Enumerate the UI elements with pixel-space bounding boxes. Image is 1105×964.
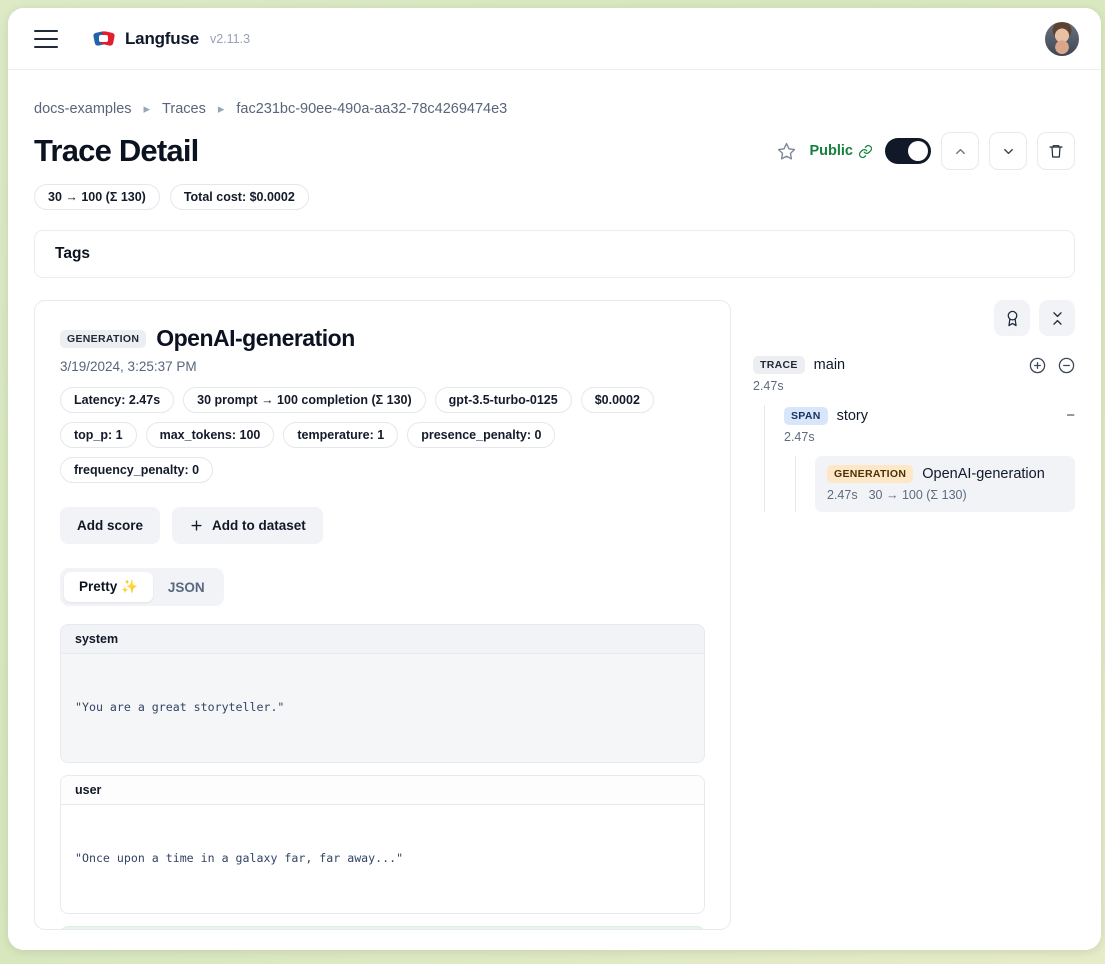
avatar[interactable] bbox=[1045, 22, 1079, 56]
span-node-line: SPAN story − bbox=[784, 407, 1075, 425]
observation-type-badge: GENERATION bbox=[60, 330, 146, 348]
title-actions: Public bbox=[773, 132, 1075, 170]
award-icon[interactable] bbox=[994, 300, 1030, 336]
minus-circle-icon[interactable] bbox=[1058, 357, 1075, 374]
message-role: system bbox=[61, 625, 704, 654]
breadcrumb: docs-examples ▸ Traces ▸ fac231bc-90ee-4… bbox=[34, 88, 1075, 130]
observation-chips-row-1: Latency: 2.47s 30 prompt → 100 completio… bbox=[60, 387, 705, 413]
chip-frequency-penalty: frequency_penalty: 0 bbox=[60, 457, 213, 483]
trace-stats: 30 → 100 (Σ 130) Total cost: $0.0002 bbox=[34, 184, 1075, 210]
span-name: story bbox=[837, 408, 868, 424]
observation-header: GENERATION OpenAI-generation bbox=[60, 325, 705, 352]
plus-circle-icon[interactable] bbox=[1029, 357, 1046, 374]
trace-duration: 2.47s bbox=[753, 379, 1075, 393]
trace-children: SPAN story − 2.47s GENERATION bbox=[764, 405, 1075, 512]
top-bar: Langfuse v2.11.3 bbox=[8, 8, 1101, 70]
trace-tree-panel: TRACE main 2.47s SPAN story bbox=[753, 300, 1075, 930]
next-trace-button[interactable] bbox=[989, 132, 1027, 170]
span-children: GENERATION OpenAI-generation 2.47s 30 → … bbox=[795, 456, 1075, 512]
chip-presence-penalty: presence_penalty: 0 bbox=[407, 422, 555, 448]
public-label-text: Public bbox=[809, 143, 853, 159]
generation-duration: 2.47s bbox=[827, 488, 858, 502]
tab-json[interactable]: JSON bbox=[153, 572, 220, 602]
action-buttons: Add score Add to dataset bbox=[60, 507, 705, 544]
trace-node-line: TRACE main bbox=[753, 356, 1075, 374]
chip-temperature: temperature: 1 bbox=[283, 422, 398, 448]
app-window: Langfuse v2.11.3 docs-examples ▸ Traces … bbox=[8, 8, 1101, 950]
chip-latency: Latency: 2.47s bbox=[60, 387, 174, 413]
delete-trace-button[interactable] bbox=[1037, 132, 1075, 170]
chevron-right-icon: ▸ bbox=[144, 101, 151, 117]
span-node[interactable]: SPAN story − 2.47s GENERATION bbox=[784, 405, 1075, 512]
message-role: assistant bbox=[61, 927, 704, 930]
add-to-dataset-button[interactable]: Add to dataset bbox=[172, 507, 323, 544]
title-row: Trace Detail Public bbox=[34, 132, 1075, 170]
message-content: "You are a great storyteller." bbox=[61, 654, 704, 762]
message-role: user bbox=[61, 776, 704, 805]
plus-icon bbox=[189, 518, 204, 533]
tags-card[interactable]: Tags bbox=[34, 230, 1075, 278]
generation-node[interactable]: GENERATION OpenAI-generation 2.47s 30 → … bbox=[815, 456, 1075, 512]
chip-model: gpt-3.5-turbo-0125 bbox=[435, 387, 572, 413]
message-paragraph: "You are a great storyteller." bbox=[75, 699, 690, 715]
span-badge: SPAN bbox=[784, 407, 828, 425]
trace-badge: TRACE bbox=[753, 356, 805, 374]
chip-tokens: 30 prompt → 100 completion (Σ 130) bbox=[183, 387, 426, 413]
star-icon[interactable] bbox=[773, 138, 799, 164]
page-title: Trace Detail bbox=[34, 133, 198, 169]
previous-trace-button[interactable] bbox=[941, 132, 979, 170]
message-system: system "You are a great storyteller." bbox=[60, 624, 705, 763]
chip-cost: $0.0002 bbox=[581, 387, 654, 413]
page-content: docs-examples ▸ Traces ▸ fac231bc-90ee-4… bbox=[8, 70, 1101, 950]
stat-total-cost: Total cost: $0.0002 bbox=[170, 184, 309, 210]
messages-list: system "You are a great storyteller." us… bbox=[60, 624, 705, 930]
brand-name: Langfuse bbox=[125, 29, 199, 49]
collapse-icon[interactable] bbox=[1039, 300, 1075, 336]
observation-name: OpenAI-generation bbox=[156, 325, 355, 352]
breadcrumb-item-trace-id[interactable]: fac231bc-90ee-490a-aa32-78c4269474e3 bbox=[236, 101, 507, 117]
add-score-button[interactable]: Add score bbox=[60, 507, 160, 544]
public-toggle-label[interactable]: Public bbox=[809, 143, 873, 159]
trace-node-controls bbox=[1029, 357, 1075, 374]
chip-max-tokens: max_tokens: 100 bbox=[146, 422, 275, 448]
langfuse-logo-icon bbox=[94, 31, 116, 47]
tags-title: Tags bbox=[55, 245, 90, 263]
brand-version: v2.11.3 bbox=[210, 32, 250, 46]
observation-chips-row-2: top_p: 1 max_tokens: 100 temperature: 1 … bbox=[60, 422, 705, 483]
span-duration: 2.47s bbox=[784, 430, 1075, 444]
trace-tools bbox=[753, 300, 1075, 336]
observation-detail-card: GENERATION OpenAI-generation 3/19/2024, … bbox=[34, 300, 731, 930]
generation-name: OpenAI-generation bbox=[922, 466, 1045, 482]
chevron-right-icon: ▸ bbox=[218, 101, 225, 117]
link-icon bbox=[858, 144, 873, 159]
message-assistant: assistant "There existed a majestic plan… bbox=[60, 926, 705, 930]
brand[interactable]: Langfuse v2.11.3 bbox=[94, 29, 250, 49]
chip-top-p: top_p: 1 bbox=[60, 422, 137, 448]
public-switch[interactable] bbox=[885, 138, 931, 164]
view-mode-tabs: Pretty ✨ JSON bbox=[60, 568, 224, 606]
split-container: GENERATION OpenAI-generation 3/19/2024, … bbox=[34, 300, 1075, 930]
add-to-dataset-label: Add to dataset bbox=[212, 518, 306, 533]
trace-node[interactable]: TRACE main 2.47s SPAN story bbox=[753, 356, 1075, 512]
minus-icon[interactable]: − bbox=[1066, 411, 1075, 421]
message-user: user "Once upon a time in a galaxy far, … bbox=[60, 775, 705, 914]
message-paragraph: "Once upon a time in a galaxy far, far a… bbox=[75, 850, 690, 866]
generation-node-line: GENERATION OpenAI-generation bbox=[827, 465, 1063, 483]
generation-meta: 2.47s 30 → 100 (Σ 130) bbox=[827, 488, 1063, 502]
observation-timestamp: 3/19/2024, 3:25:37 PM bbox=[60, 359, 705, 374]
generation-badge: GENERATION bbox=[827, 465, 913, 483]
trace-name: main bbox=[814, 357, 845, 373]
breadcrumb-item-project[interactable]: docs-examples bbox=[34, 101, 132, 117]
generation-tokens: 30 → 100 (Σ 130) bbox=[869, 488, 967, 502]
message-content: "Once upon a time in a galaxy far, far a… bbox=[61, 805, 704, 913]
span-node-controls: − bbox=[1066, 411, 1075, 421]
tab-pretty[interactable]: Pretty ✨ bbox=[64, 572, 153, 602]
stat-tokens: 30 → 100 (Σ 130) bbox=[34, 184, 160, 210]
breadcrumb-item-traces[interactable]: Traces bbox=[162, 101, 206, 117]
hamburger-icon[interactable] bbox=[34, 30, 58, 48]
